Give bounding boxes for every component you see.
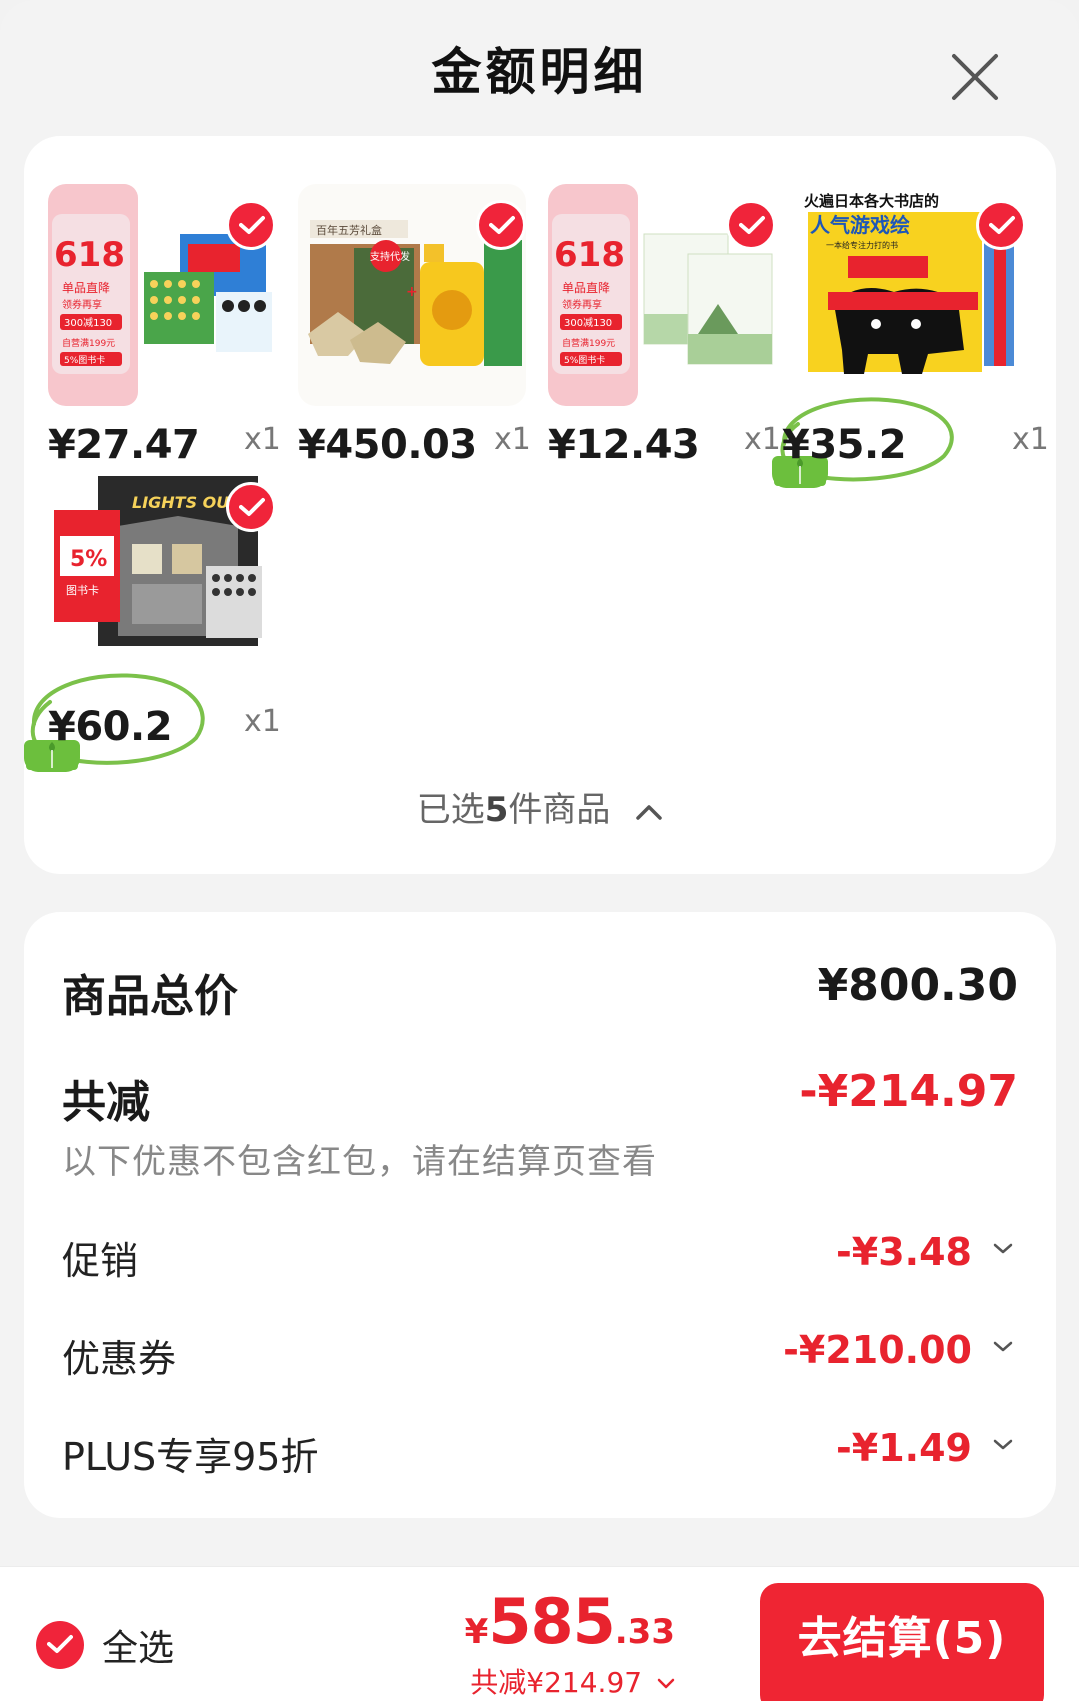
total-reduction-label: 共减 xyxy=(62,1077,150,1128)
chevron-up-icon[interactable] xyxy=(635,803,663,821)
chevron-down-icon[interactable] xyxy=(992,1438,1014,1452)
total-price-value: ¥800.30 xyxy=(817,960,1018,1011)
select-all-checkbox[interactable] xyxy=(36,1621,84,1669)
svg-text:618: 618 xyxy=(554,235,625,275)
svg-text:5%图书卡: 5%图书卡 xyxy=(564,354,605,366)
promotion-value: -¥3.48 xyxy=(836,1230,972,1274)
svg-text:人气游戏绘: 人气游戏绘 xyxy=(810,213,910,237)
svg-text:5%图书卡: 5%图书卡 xyxy=(64,354,105,366)
product-price: ¥450.03 xyxy=(298,422,477,468)
amount-detail-sheet: 金额明细 618 单品直降 领券再享 300减130 自营满199元 5%图书卡… xyxy=(0,0,1079,1701)
plus-discount-label: PLUS专享95折 xyxy=(62,1435,319,1479)
page-title: 金额明细 xyxy=(431,43,648,101)
sheet-header: 金额明细 xyxy=(0,20,1079,104)
svg-text:领券再享: 领券再享 xyxy=(562,298,602,311)
product-item[interactable]: 618 单品直降 领券再享 300减130 自营满199元 5%图书卡 xyxy=(48,184,288,484)
product-item[interactable]: 百年五芳礼盒 支持代发 + ¥450.03 x1 xyxy=(298,184,538,484)
svg-text:一本给专注力打的书: 一本给专注力打的书 xyxy=(826,240,898,250)
svg-text:领券再享: 领券再享 xyxy=(62,298,102,311)
payable-amount-integer: 585 xyxy=(488,1585,615,1658)
svg-text:百年五芳礼盒: 百年五芳礼盒 xyxy=(316,223,382,237)
discount-hint-text: 以下优惠不包含红包，请在结算页查看 xyxy=(62,1142,657,1182)
item-selected-check[interactable] xyxy=(476,200,526,250)
payable-amount-decimal: .33 xyxy=(614,1612,675,1652)
chevron-down-icon[interactable] xyxy=(992,1340,1014,1354)
selected-count-toggle[interactable]: 已选5件商品 xyxy=(24,782,1056,831)
coupon-value: -¥210.00 xyxy=(783,1328,972,1372)
product-item[interactable]: 618 单品直降 领券再享 300减130 自营满199元 5%图书卡 xyxy=(548,184,788,484)
svg-text:自营满199元: 自营满199元 xyxy=(62,337,115,349)
checkout-bar: 全选 ¥585.33 共减¥214.97 去结算(5) xyxy=(0,1566,1079,1701)
selected-count-number: 5 xyxy=(484,790,509,830)
svg-text:单品直降: 单品直降 xyxy=(562,281,610,295)
svg-text:自营满199元: 自营满199元 xyxy=(562,337,615,349)
plus-discount-value: -¥1.49 xyxy=(836,1426,972,1470)
svg-text:300减130: 300减130 xyxy=(64,317,112,329)
item-selected-check[interactable] xyxy=(226,200,276,250)
svg-text:300减130: 300减130 xyxy=(564,317,612,329)
product-qty: x1 xyxy=(244,704,281,739)
checkout-button[interactable]: 去结算(5) xyxy=(760,1583,1044,1701)
product-qty: x1 xyxy=(1012,422,1049,457)
product-list-card: 618 单品直降 领券再享 300减130 自营满199元 5%图书卡 ¥27.… xyxy=(24,136,1056,874)
coupon-label: 优惠券 xyxy=(62,1337,177,1381)
total-price-label: 商品总价 xyxy=(62,971,238,1022)
svg-text:火遍日本各大书店的: 火遍日本各大书店的 xyxy=(804,192,939,210)
promo-618-text: 618 xyxy=(54,235,125,275)
item-selected-check[interactable] xyxy=(726,200,776,250)
svg-text:图书卡: 图书卡 xyxy=(66,584,99,597)
product-qty: x1 xyxy=(494,422,531,457)
product-qty: x1 xyxy=(244,422,281,457)
svg-text:支持代发: 支持代发 xyxy=(370,250,410,263)
svg-text:+: + xyxy=(406,284,418,300)
total-saved-toggle[interactable]: 共减¥214.97 xyxy=(470,1661,675,1701)
payable-amount: ¥585.33 xyxy=(464,1585,675,1658)
total-reduction-value: -¥214.97 xyxy=(799,1066,1018,1117)
select-all-label[interactable]: 全选 xyxy=(102,1619,174,1671)
svg-text:LIGHTS OUT: LIGHTS OUT xyxy=(132,493,241,512)
item-selected-check[interactable] xyxy=(976,200,1026,250)
price-summary-card: 商品总价 ¥800.30 共减 -¥214.97 以下优惠不包含红包，请在结算页… xyxy=(24,912,1056,1518)
product-item[interactable]: 火遍日本各大书店的 人气游戏绘 一本给专注力打的书 ¥35.2 x1 xyxy=(772,184,1049,488)
svg-text:5%: 5% xyxy=(70,547,107,572)
chevron-down-icon[interactable] xyxy=(657,1678,675,1690)
close-icon[interactable] xyxy=(948,50,1002,104)
product-item[interactable]: LIGHTS OUT 5% 图书卡 ¥60.2 x1 xyxy=(24,466,288,772)
promotion-label: 促销 xyxy=(62,1239,139,1283)
product-price: ¥60.2 xyxy=(48,704,173,750)
item-selected-check[interactable] xyxy=(226,482,276,532)
chevron-down-icon[interactable] xyxy=(992,1242,1014,1256)
product-price: ¥35.2 xyxy=(782,422,907,468)
svg-text:单品直降: 单品直降 xyxy=(62,281,110,295)
product-price: ¥27.47 xyxy=(48,422,200,468)
product-price: ¥12.43 xyxy=(548,422,700,468)
